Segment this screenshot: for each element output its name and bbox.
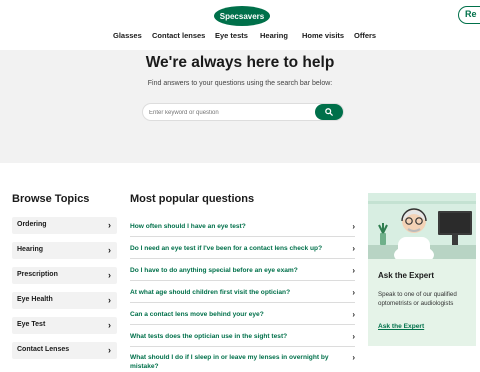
question-link[interactable]: Do I have to do anything special before …	[130, 266, 335, 275]
main-nav: Glasses Contact lenses Eye tests Hearing…	[0, 31, 480, 43]
question-item[interactable]: How often should I have an eye test? ›	[130, 222, 355, 237]
chevron-right-icon: ›	[352, 222, 355, 231]
divider	[130, 302, 355, 303]
chevron-right-icon: ›	[108, 220, 111, 230]
question-link[interactable]: Can a contact lens move behind your eye?	[130, 310, 335, 319]
chevron-right-icon: ›	[108, 295, 111, 305]
search-button[interactable]	[315, 104, 343, 120]
search-bar	[142, 103, 344, 121]
nav-offers[interactable]: Offers	[354, 31, 376, 40]
question-item[interactable]: Can a contact lens move behind your eye?…	[130, 310, 355, 325]
expert-illustration	[368, 193, 476, 259]
question-link[interactable]: Do I need an eye test if I've been for a…	[130, 244, 335, 253]
divider	[130, 236, 355, 237]
nav-home-visits[interactable]: Home visits	[302, 31, 344, 40]
topic-ordering[interactable]: Ordering ›	[12, 217, 117, 234]
topic-prescription[interactable]: Prescription ›	[12, 267, 117, 284]
specsavers-logo[interactable]: Specsavers	[214, 6, 270, 26]
chevron-right-icon: ›	[352, 288, 355, 297]
question-link[interactable]: At what age should children first visit …	[130, 288, 335, 297]
search-input[interactable]	[149, 107, 309, 118]
question-link[interactable]: What should I do if I sleep in or leave …	[130, 353, 335, 371]
hero-title: We're always here to help	[145, 54, 335, 71]
question-item[interactable]: At what age should children first visit …	[130, 288, 355, 303]
chevron-right-icon: ›	[352, 244, 355, 253]
divider	[130, 280, 355, 281]
nav-eye-tests[interactable]: Eye tests	[215, 31, 248, 40]
nav-glasses[interactable]: Glasses	[113, 31, 142, 40]
search-icon	[325, 103, 333, 121]
divider	[130, 346, 355, 347]
help-hero: We're always here to help Find answers t…	[0, 50, 480, 163]
chevron-right-icon: ›	[108, 245, 111, 255]
chevron-right-icon: ›	[352, 332, 355, 341]
topic-hearing[interactable]: Hearing ›	[12, 242, 117, 259]
divider	[130, 258, 355, 259]
expert-description: Speak to one of our qualified optometris…	[378, 291, 457, 307]
chevron-right-icon: ›	[352, 353, 355, 362]
header-right-button[interactable]: Re	[458, 6, 480, 24]
browse-topics-title: Browse Topics	[12, 193, 90, 205]
topic-label: Eye Health	[17, 296, 53, 303]
hero-subtitle: Find answers to your questions using the…	[147, 80, 333, 87]
question-item[interactable]: Do I have to do anything special before …	[130, 266, 355, 281]
popular-questions-title: Most popular questions	[130, 193, 255, 205]
topic-label: Contact Lenses	[17, 346, 70, 353]
topic-label: Prescription	[17, 271, 58, 278]
chevron-right-icon: ›	[352, 266, 355, 275]
nav-contact-lenses[interactable]: Contact lenses	[152, 31, 205, 40]
topic-label: Eye Test	[17, 321, 46, 328]
topic-eye-health[interactable]: Eye Health ›	[12, 292, 117, 309]
ask-expert-link[interactable]: Ask the Expert	[378, 323, 424, 330]
divider	[130, 324, 355, 325]
expert-title: Ask the Expert	[378, 271, 435, 280]
logo-text: Specsavers	[219, 11, 265, 21]
ask-the-expert-card: Ask the Expert Speak to one of our quali…	[368, 193, 476, 346]
question-item[interactable]: What should I do if I sleep in or leave …	[130, 353, 355, 372]
chevron-right-icon: ›	[108, 345, 111, 355]
topic-contact-lenses[interactable]: Contact Lenses ›	[12, 342, 117, 359]
question-item[interactable]: What tests does the optician use in the …	[130, 332, 355, 347]
topic-eye-test[interactable]: Eye Test ›	[12, 317, 117, 334]
nav-hearing[interactable]: Hearing	[260, 31, 288, 40]
question-item[interactable]: Do I need an eye test if I've been for a…	[130, 244, 355, 259]
topic-label: Ordering	[17, 221, 47, 228]
question-link[interactable]: What tests does the optician use in the …	[130, 332, 335, 341]
chevron-right-icon: ›	[108, 320, 111, 330]
chevron-right-icon: ›	[108, 270, 111, 280]
chevron-right-icon: ›	[352, 310, 355, 319]
question-link[interactable]: How often should I have an eye test?	[130, 222, 335, 231]
topic-label: Hearing	[17, 246, 44, 253]
site-header: Specsavers Re Glasses Contact lenses Eye…	[0, 0, 480, 50]
